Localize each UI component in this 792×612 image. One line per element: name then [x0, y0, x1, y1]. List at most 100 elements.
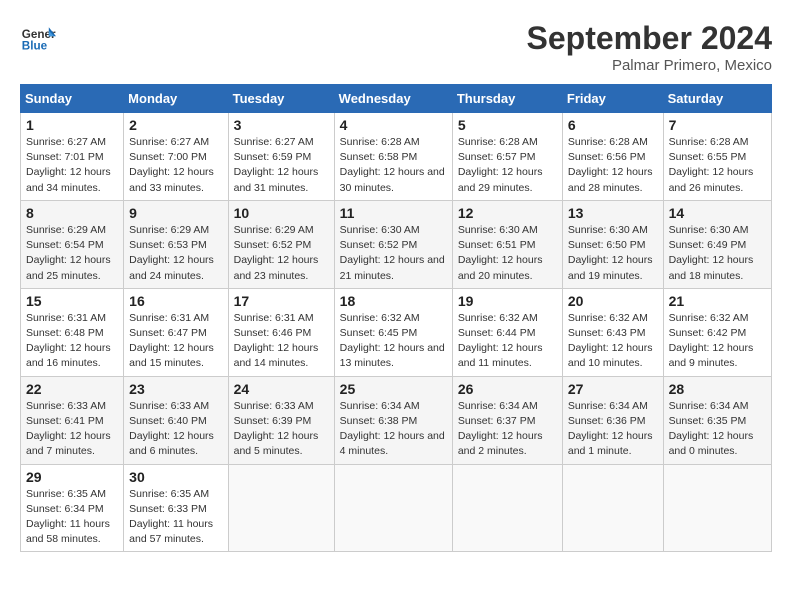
calendar-week-3: 15 Sunrise: 6:31 AMSunset: 6:48 PMDaylig… — [21, 288, 772, 376]
day-number: 17 — [234, 293, 329, 309]
day-info: Sunrise: 6:30 AMSunset: 6:50 PMDaylight:… — [568, 224, 653, 282]
calendar-cell: 4 Sunrise: 6:28 AMSunset: 6:58 PMDayligh… — [334, 113, 452, 201]
day-info: Sunrise: 6:27 AMSunset: 6:59 PMDaylight:… — [234, 136, 319, 194]
day-number: 1 — [26, 117, 118, 133]
month-title: September 2024 — [527, 20, 772, 57]
day-info: Sunrise: 6:28 AMSunset: 6:56 PMDaylight:… — [568, 136, 653, 194]
calendar-cell: 11 Sunrise: 6:30 AMSunset: 6:52 PMDaylig… — [334, 200, 452, 288]
day-info: Sunrise: 6:34 AMSunset: 6:37 PMDaylight:… — [458, 400, 543, 458]
location-subtitle: Palmar Primero, Mexico — [527, 57, 772, 74]
day-info: Sunrise: 6:32 AMSunset: 6:45 PMDaylight:… — [340, 312, 445, 370]
header-wednesday: Wednesday — [334, 85, 452, 113]
day-info: Sunrise: 6:30 AMSunset: 6:51 PMDaylight:… — [458, 224, 543, 282]
calendar-header: SundayMondayTuesdayWednesdayThursdayFrid… — [21, 85, 772, 113]
day-info: Sunrise: 6:30 AMSunset: 6:52 PMDaylight:… — [340, 224, 445, 282]
day-info: Sunrise: 6:27 AMSunset: 7:01 PMDaylight:… — [26, 136, 111, 194]
header-row: SundayMondayTuesdayWednesdayThursdayFrid… — [21, 85, 772, 113]
calendar-cell: 23 Sunrise: 6:33 AMSunset: 6:40 PMDaylig… — [124, 376, 228, 464]
header-monday: Monday — [124, 85, 228, 113]
calendar-cell: 24 Sunrise: 6:33 AMSunset: 6:39 PMDaylig… — [228, 376, 334, 464]
calendar-cell: 13 Sunrise: 6:30 AMSunset: 6:50 PMDaylig… — [562, 200, 663, 288]
calendar-cell: 7 Sunrise: 6:28 AMSunset: 6:55 PMDayligh… — [663, 113, 771, 201]
day-info: Sunrise: 6:35 AMSunset: 6:34 PMDaylight:… — [26, 488, 110, 546]
calendar-cell — [663, 464, 771, 552]
day-number: 2 — [129, 117, 222, 133]
calendar-cell: 5 Sunrise: 6:28 AMSunset: 6:57 PMDayligh… — [452, 113, 562, 201]
calendar-cell: 8 Sunrise: 6:29 AMSunset: 6:54 PMDayligh… — [21, 200, 124, 288]
day-number: 11 — [340, 205, 447, 221]
calendar-cell: 1 Sunrise: 6:27 AMSunset: 7:01 PMDayligh… — [21, 113, 124, 201]
day-number: 26 — [458, 381, 557, 397]
day-info: Sunrise: 6:32 AMSunset: 6:42 PMDaylight:… — [669, 312, 754, 370]
day-info: Sunrise: 6:29 AMSunset: 6:53 PMDaylight:… — [129, 224, 214, 282]
day-info: Sunrise: 6:32 AMSunset: 6:43 PMDaylight:… — [568, 312, 653, 370]
day-number: 14 — [669, 205, 766, 221]
header-tuesday: Tuesday — [228, 85, 334, 113]
day-info: Sunrise: 6:31 AMSunset: 6:48 PMDaylight:… — [26, 312, 111, 370]
day-number: 13 — [568, 205, 658, 221]
calendar-cell: 30 Sunrise: 6:35 AMSunset: 6:33 PMDaylig… — [124, 464, 228, 552]
calendar-cell — [334, 464, 452, 552]
calendar-body: 1 Sunrise: 6:27 AMSunset: 7:01 PMDayligh… — [21, 113, 772, 552]
calendar-cell: 20 Sunrise: 6:32 AMSunset: 6:43 PMDaylig… — [562, 288, 663, 376]
day-info: Sunrise: 6:28 AMSunset: 6:57 PMDaylight:… — [458, 136, 543, 194]
header-sunday: Sunday — [21, 85, 124, 113]
svg-text:Blue: Blue — [22, 40, 48, 53]
day-number: 6 — [568, 117, 658, 133]
day-info: Sunrise: 6:29 AMSunset: 6:54 PMDaylight:… — [26, 224, 111, 282]
calendar-week-2: 8 Sunrise: 6:29 AMSunset: 6:54 PMDayligh… — [21, 200, 772, 288]
calendar-cell: 19 Sunrise: 6:32 AMSunset: 6:44 PMDaylig… — [452, 288, 562, 376]
calendar-table: SundayMondayTuesdayWednesdayThursdayFrid… — [20, 84, 772, 552]
calendar-cell: 12 Sunrise: 6:30 AMSunset: 6:51 PMDaylig… — [452, 200, 562, 288]
calendar-cell: 28 Sunrise: 6:34 AMSunset: 6:35 PMDaylig… — [663, 376, 771, 464]
page-header: General Blue September 2024 Palmar Prime… — [20, 20, 772, 74]
calendar-cell — [228, 464, 334, 552]
day-info: Sunrise: 6:30 AMSunset: 6:49 PMDaylight:… — [669, 224, 754, 282]
day-info: Sunrise: 6:29 AMSunset: 6:52 PMDaylight:… — [234, 224, 319, 282]
calendar-cell: 16 Sunrise: 6:31 AMSunset: 6:47 PMDaylig… — [124, 288, 228, 376]
day-info: Sunrise: 6:34 AMSunset: 6:36 PMDaylight:… — [568, 400, 653, 458]
day-number: 10 — [234, 205, 329, 221]
title-section: September 2024 Palmar Primero, Mexico — [527, 20, 772, 74]
calendar-cell: 27 Sunrise: 6:34 AMSunset: 6:36 PMDaylig… — [562, 376, 663, 464]
day-info: Sunrise: 6:31 AMSunset: 6:46 PMDaylight:… — [234, 312, 319, 370]
calendar-cell: 9 Sunrise: 6:29 AMSunset: 6:53 PMDayligh… — [124, 200, 228, 288]
day-number: 29 — [26, 469, 118, 485]
logo: General Blue — [20, 20, 56, 56]
calendar-cell: 6 Sunrise: 6:28 AMSunset: 6:56 PMDayligh… — [562, 113, 663, 201]
day-number: 4 — [340, 117, 447, 133]
day-info: Sunrise: 6:34 AMSunset: 6:35 PMDaylight:… — [669, 400, 754, 458]
day-number: 8 — [26, 205, 118, 221]
calendar-cell: 15 Sunrise: 6:31 AMSunset: 6:48 PMDaylig… — [21, 288, 124, 376]
day-number: 25 — [340, 381, 447, 397]
day-number: 22 — [26, 381, 118, 397]
day-info: Sunrise: 6:35 AMSunset: 6:33 PMDaylight:… — [129, 488, 213, 546]
calendar-cell: 2 Sunrise: 6:27 AMSunset: 7:00 PMDayligh… — [124, 113, 228, 201]
calendar-cell: 26 Sunrise: 6:34 AMSunset: 6:37 PMDaylig… — [452, 376, 562, 464]
calendar-cell: 29 Sunrise: 6:35 AMSunset: 6:34 PMDaylig… — [21, 464, 124, 552]
calendar-cell: 14 Sunrise: 6:30 AMSunset: 6:49 PMDaylig… — [663, 200, 771, 288]
day-info: Sunrise: 6:33 AMSunset: 6:39 PMDaylight:… — [234, 400, 319, 458]
day-number: 19 — [458, 293, 557, 309]
calendar-cell: 17 Sunrise: 6:31 AMSunset: 6:46 PMDaylig… — [228, 288, 334, 376]
day-info: Sunrise: 6:33 AMSunset: 6:40 PMDaylight:… — [129, 400, 214, 458]
day-number: 9 — [129, 205, 222, 221]
calendar-week-4: 22 Sunrise: 6:33 AMSunset: 6:41 PMDaylig… — [21, 376, 772, 464]
day-number: 15 — [26, 293, 118, 309]
calendar-cell: 21 Sunrise: 6:32 AMSunset: 6:42 PMDaylig… — [663, 288, 771, 376]
calendar-cell: 10 Sunrise: 6:29 AMSunset: 6:52 PMDaylig… — [228, 200, 334, 288]
day-info: Sunrise: 6:28 AMSunset: 6:58 PMDaylight:… — [340, 136, 445, 194]
header-friday: Friday — [562, 85, 663, 113]
calendar-cell — [562, 464, 663, 552]
calendar-cell: 3 Sunrise: 6:27 AMSunset: 6:59 PMDayligh… — [228, 113, 334, 201]
day-info: Sunrise: 6:27 AMSunset: 7:00 PMDaylight:… — [129, 136, 214, 194]
calendar-cell: 22 Sunrise: 6:33 AMSunset: 6:41 PMDaylig… — [21, 376, 124, 464]
day-number: 24 — [234, 381, 329, 397]
calendar-week-5: 29 Sunrise: 6:35 AMSunset: 6:34 PMDaylig… — [21, 464, 772, 552]
calendar-cell: 18 Sunrise: 6:32 AMSunset: 6:45 PMDaylig… — [334, 288, 452, 376]
day-number: 28 — [669, 381, 766, 397]
day-number: 18 — [340, 293, 447, 309]
day-number: 21 — [669, 293, 766, 309]
header-thursday: Thursday — [452, 85, 562, 113]
day-number: 3 — [234, 117, 329, 133]
